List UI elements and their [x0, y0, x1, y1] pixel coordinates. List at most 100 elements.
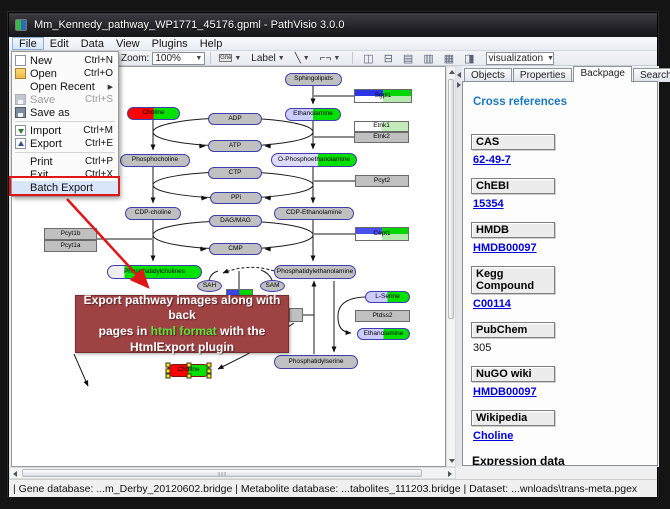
canvas-vertical-scrollbar[interactable] [446, 66, 456, 467]
pathway-node-o-phosphoethanolamine[interactable]: O-Phosphoethanolamine [271, 153, 357, 167]
pathway-node-sah[interactable]: SAH [197, 280, 222, 292]
menu-plugins[interactable]: Plugins [146, 37, 194, 50]
pathway-node-ethanolamine-top[interactable]: Ethanolamine [285, 108, 341, 121]
pathway-node-etnk2[interactable]: Etnk2 [354, 132, 409, 143]
scroll-down-icon[interactable] [449, 459, 455, 463]
file-menu-item-open[interactable]: OpenCtrl+O [12, 67, 118, 80]
callout-text-segment: HtmlExport plugin [130, 340, 234, 354]
file-menu-item-import[interactable]: ImportCtrl+M [12, 124, 118, 137]
xref-link-hmdb[interactable]: HMDB00097 [473, 242, 537, 254]
pathway-node-choline-selected[interactable]: Choline [167, 364, 210, 377]
pathway-node-cept1[interactable]: Cept1 [355, 227, 409, 241]
scroll-right-icon[interactable] [448, 471, 452, 477]
canvas-horizontal-scrollbar[interactable] [9, 467, 456, 479]
draw-shape-button[interactable]: ⌐¬ ▼ [317, 52, 344, 65]
pathway-node-pcyt1b[interactable]: Pcyt1b [44, 228, 97, 240]
pathway-node-ptdss2[interactable]: Ptdss2 [355, 310, 410, 322]
selection-handle[interactable] [186, 363, 191, 368]
tab-search[interactable]: Search [633, 68, 670, 82]
menu-data[interactable]: Data [75, 37, 110, 50]
tab-backpage[interactable]: Backpage [573, 66, 631, 82]
pathway-node-adp[interactable]: ADP [208, 113, 262, 125]
file-menu-item-label: Batch Export [30, 182, 105, 194]
window-title: Mm_Kennedy_pathway_WP1771_45176.gpml - P… [34, 19, 344, 31]
pathway-node-choline-top[interactable]: Choline [127, 107, 180, 120]
collapse-right-icon[interactable] [457, 82, 461, 88]
horizontal-scroll-thumb[interactable] [22, 469, 422, 477]
pathway-node-sgpl1[interactable]: Sgpl1 [354, 89, 412, 103]
pathway-node-pcyt2[interactable]: Pcyt2 [355, 175, 409, 187]
side-panel: ObjectsPropertiesBackpageSearchLegend Cr… [462, 66, 659, 467]
pathway-node-pcyt1a[interactable]: Pcyt1a [44, 240, 97, 252]
pathway-node-ctp[interactable]: CTP [208, 167, 262, 179]
selection-handle[interactable] [207, 368, 212, 373]
common-width-icon[interactable]: ▤ [403, 53, 413, 65]
menu-bar: FileEditDataViewPluginsHelp [9, 37, 657, 51]
selection-handle[interactable] [207, 374, 212, 379]
menu-help[interactable]: Help [194, 37, 229, 50]
visualization-combobox[interactable]: visualization ▼ [486, 52, 554, 65]
pathway-node-cdp-ethanolamine[interactable]: CDP-Ethanolamine [274, 207, 354, 220]
collapse-left-icon[interactable] [457, 72, 461, 78]
add-datanode-button[interactable]: Gne ▼ [216, 52, 244, 65]
selection-handle[interactable] [166, 363, 171, 368]
pathway-node-phosphatidylethanolamine[interactable]: Phosphatidylethanolamine [274, 265, 356, 279]
no-icon [15, 156, 26, 167]
xref-link-wikipedia[interactable]: Choline [473, 430, 513, 442]
xref-link-chebi[interactable]: 15354 [473, 198, 504, 210]
xref-link-nugo-wiki[interactable]: HMDB00097 [473, 386, 537, 398]
stack-horizontal-icon[interactable]: ◨ [464, 53, 474, 65]
xref-header-nugo-wiki: NuGO wiki [471, 366, 555, 382]
file-menu-item-new[interactable]: NewCtrl+N [12, 54, 118, 67]
file-menu-item-save[interactable]: SaveCtrl+S [12, 93, 118, 106]
pathway-node-sphingolipids[interactable]: Sphingolipids [285, 73, 342, 86]
menu-view[interactable]: View [110, 37, 146, 50]
alignment-icon-group: ◫ ⊟ ▤ ▥ ▦ ◨ [358, 52, 479, 65]
selection-handle[interactable] [166, 374, 171, 379]
scroll-left-icon[interactable] [13, 471, 17, 477]
draw-line-button[interactable]: ╲ ▼ [292, 52, 313, 65]
menu-edit[interactable]: Edit [44, 37, 75, 50]
add-label-button[interactable]: Label ▼ [248, 52, 287, 65]
selection-handle[interactable] [207, 363, 212, 368]
pathway-node-phosphocholine[interactable]: Phosphocholine [120, 154, 190, 167]
pathway-node-sam[interactable]: SAM [260, 280, 285, 292]
pathway-node-phosphatidylserine[interactable]: Phosphatidylserine [274, 355, 358, 369]
shortcut-label: Ctrl+S [85, 94, 113, 105]
xref-link-cas[interactable]: 62-49-7 [473, 154, 511, 166]
file-menu-item-label: Import [30, 125, 75, 137]
selection-handle[interactable] [186, 374, 191, 379]
xref-value-wikipedia: Choline [473, 430, 649, 442]
pathway-node-atp[interactable]: ATP [208, 140, 262, 152]
toolbar-separator [352, 52, 353, 64]
zoom-combobox[interactable]: 100% ▼ [152, 52, 205, 65]
pathway-node-cdp-choline[interactable]: CDP-choline [125, 207, 181, 220]
stack-vertical-icon[interactable]: ▦ [444, 53, 454, 65]
scroll-up-icon[interactable] [449, 70, 455, 74]
side-panel-tabs: ObjectsPropertiesBackpageSearchLegend [464, 66, 670, 81]
title-bar[interactable]: Mm_Kennedy_pathway_WP1771_45176.gpml - P… [9, 13, 657, 37]
file-menu-item-batch-export[interactable]: Batch Export [12, 181, 118, 194]
align-center-vertical-icon[interactable]: ⊟ [384, 53, 393, 65]
pathway-node-ppi[interactable]: PPi [210, 192, 262, 204]
pathway-node-etnk1[interactable]: Etnk1 [354, 121, 409, 132]
menu-file[interactable]: File [12, 37, 44, 50]
pathway-node-ptdss1-partial[interactable] [289, 308, 303, 322]
file-menu-item-save-as[interactable]: Save as [12, 106, 118, 119]
pathway-node-l-serine[interactable]: L-Serine [365, 291, 410, 303]
file-menu-item-print[interactable]: PrintCtrl+P [12, 155, 118, 168]
common-height-icon[interactable]: ▥ [423, 53, 433, 65]
file-menu-item-open-recent[interactable]: Open Recent▶ [12, 80, 118, 93]
pathway-node-cmp[interactable]: CMP [209, 243, 262, 255]
file-menu-item-exit[interactable]: ExitCtrl+X [12, 168, 118, 181]
file-menu-item-export[interactable]: ExportCtrl+E [12, 137, 118, 150]
tab-objects[interactable]: Objects [464, 68, 512, 82]
pathway-node-dag-mag[interactable]: DAG/MAG [209, 215, 262, 227]
vertical-scroll-thumb[interactable] [448, 79, 454, 319]
pathway-node-ethanolamine-bottom[interactable]: Ethanolamine [357, 328, 410, 340]
xref-link-kegg-compound[interactable]: C00114 [473, 298, 511, 310]
align-center-horizontal-icon[interactable]: ◫ [363, 53, 373, 65]
selection-handle[interactable] [166, 368, 171, 373]
tab-properties[interactable]: Properties [513, 68, 573, 82]
pathway-node-phosphatidylcholines[interactable]: Phosphatidylcholines [107, 265, 202, 279]
